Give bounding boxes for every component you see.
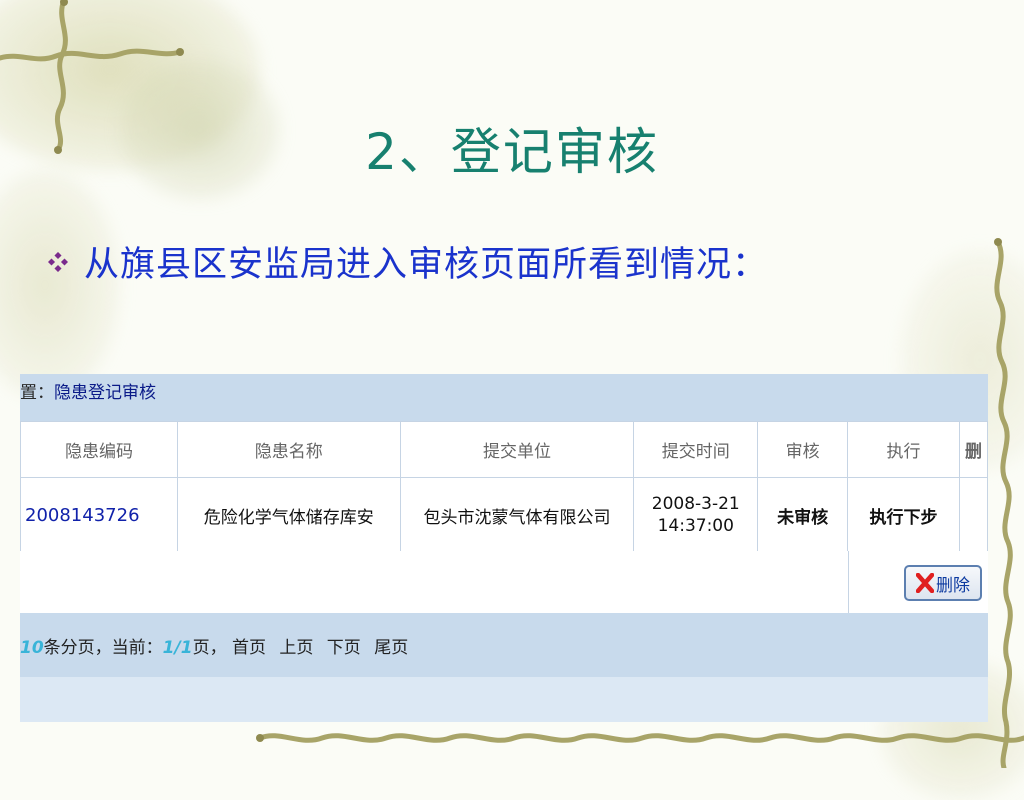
col-header-name: 隐患名称: [176, 421, 401, 478]
per-page-count: 10: [20, 638, 44, 658]
embedded-screenshot: 置：隐患登记审核 隐患编码 隐患名称 提交单位 提交时间 审核 执行 删 200…: [20, 374, 988, 722]
diamond-bullet-icon: [48, 251, 68, 272]
footer-bar: [20, 677, 988, 722]
pagination: 10条分页，当前：1/1页， 首页 上页 下页 尾页: [20, 633, 416, 658]
current-page: 1: [162, 638, 175, 658]
delete-button[interactable]: 删除: [904, 565, 982, 601]
col-header-time: 提交时间: [633, 421, 759, 478]
last-page-link[interactable]: 尾页: [374, 638, 408, 658]
red-x-icon: [916, 573, 934, 593]
per-page-suffix: 条分页，当前：: [43, 638, 163, 658]
prev-page-link[interactable]: 上页: [279, 638, 313, 658]
next-page-link[interactable]: 下页: [327, 638, 361, 658]
table-header-row: 隐患编码 隐患名称 提交单位 提交时间 审核 执行 删: [20, 421, 988, 478]
review-status-link[interactable]: 未审核: [757, 477, 849, 553]
table-row: 2008143726 危险化学气体储存库安 包头市沈蒙气体有限公司 2008-3…: [20, 477, 988, 553]
action-area: 删除: [20, 551, 988, 613]
first-page-link[interactable]: 首页: [232, 638, 266, 658]
submit-clock: 14:37:00: [657, 516, 734, 536]
breadcrumb-bar: 置：隐患登记审核: [20, 374, 988, 421]
divider: [848, 551, 849, 613]
hazard-code-link[interactable]: 2008143726: [20, 477, 178, 553]
col-header-review: 审核: [757, 421, 849, 478]
page-suffix: 页，: [192, 638, 227, 658]
hazard-table: 隐患编码 隐患名称 提交单位 提交时间 审核 执行 删 2008143726 危…: [20, 421, 988, 553]
submit-time: 2008-3-21 14:37:00: [633, 477, 759, 553]
delete-checkbox-cell[interactable]: [958, 477, 988, 553]
total-pages: 1: [180, 638, 193, 658]
breadcrumb: 置：隐患登记审核: [20, 378, 156, 403]
breadcrumb-prefix: 置：: [20, 383, 54, 403]
submitting-unit: 包头市沈蒙气体有限公司: [399, 477, 635, 553]
col-header-delete: 删: [958, 421, 988, 478]
execute-next-step-link[interactable]: 执行下步: [847, 477, 960, 553]
col-header-code: 隐患编码: [20, 421, 178, 478]
slide-title: 2、登记审核: [365, 123, 659, 181]
breadcrumb-current: 隐患登记审核: [54, 383, 156, 403]
bullet-point: 从旗县区安监局进入审核页面所看到情况：: [48, 236, 768, 287]
col-header-unit: 提交单位: [399, 421, 635, 478]
bullet-text: 从旗县区安监局进入审核页面所看到情况：: [84, 245, 769, 285]
pagination-bar: 10条分页，当前：1/1页， 首页 上页 下页 尾页: [20, 613, 988, 677]
delete-button-label: 删除: [936, 575, 970, 596]
col-header-execute: 执行: [847, 421, 960, 478]
submit-date: 2008-3-21: [651, 493, 740, 514]
hazard-name: 危险化学气体储存库安: [176, 477, 401, 553]
